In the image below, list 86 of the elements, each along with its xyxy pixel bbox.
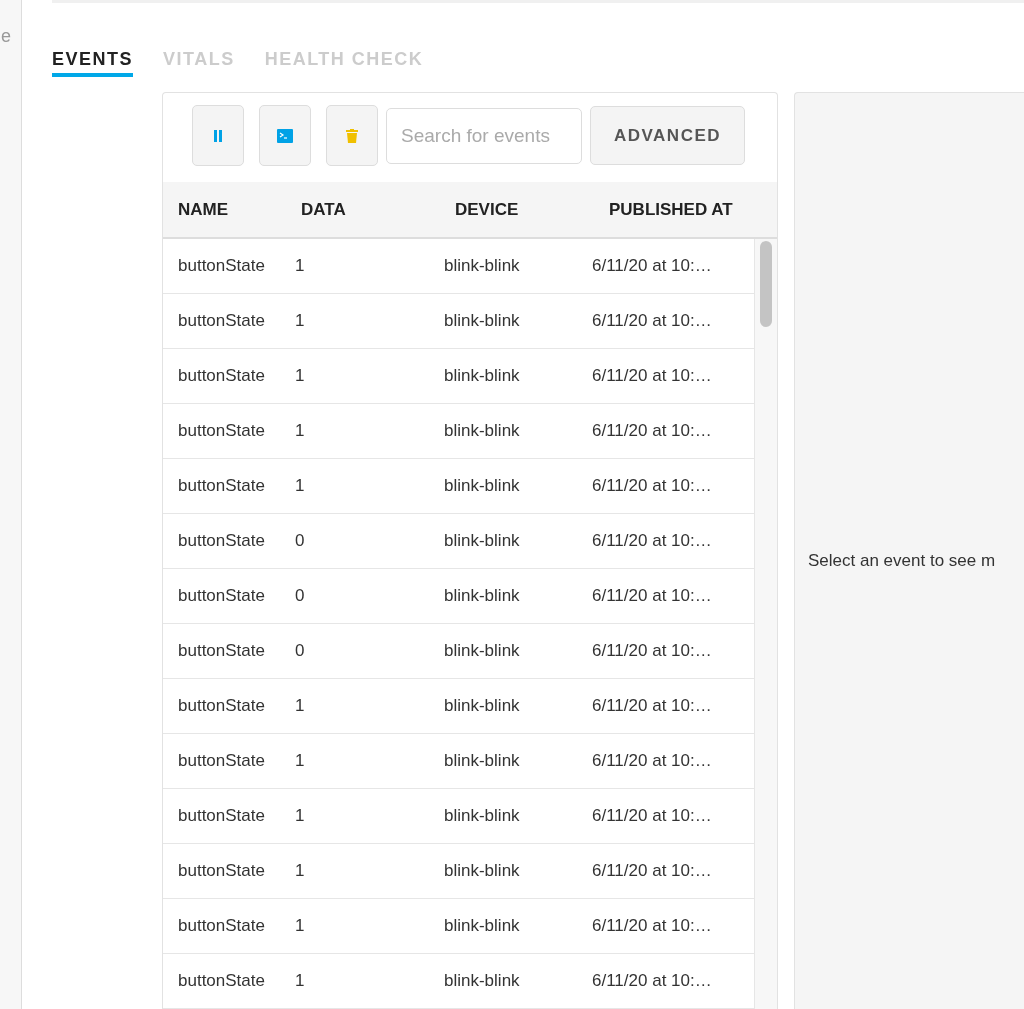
table-cell-text: blink-blink xyxy=(444,476,521,496)
table-row[interactable]: buttonState 1 blink-blink 6/11/20 at 10:… xyxy=(163,789,755,844)
table-cell: 6/11/20 at 10:… xyxy=(592,641,712,661)
table-cell-text: buttonState xyxy=(178,256,266,276)
table-cell-text: buttonState xyxy=(178,531,266,551)
table-cell-text: 1 xyxy=(295,916,306,936)
table-cell-text: 1 xyxy=(295,311,306,331)
terminal-button[interactable] xyxy=(259,105,311,166)
table-cell-text: blink-blink xyxy=(444,366,521,386)
table-row[interactable]: buttonState 1 blink-blink 6/11/20 at 10:… xyxy=(163,349,755,404)
table-cell: 6/11/20 at 10:… xyxy=(592,421,712,441)
table-cell-text: buttonState xyxy=(178,751,266,771)
table-cell-text: blink-blink xyxy=(444,916,521,936)
table-cell-text: 1 xyxy=(295,476,306,496)
table-row[interactable]: buttonState 0 blink-blink 6/11/20 at 10:… xyxy=(163,514,755,569)
table-cell: 6/11/20 at 10:… xyxy=(592,311,712,331)
table-cell-text: 1 xyxy=(295,256,306,276)
table-cell: 6/11/20 at 10:… xyxy=(592,696,712,716)
table-cell-text: blink-blink xyxy=(444,586,521,606)
table-cell-text: 1 xyxy=(295,421,306,441)
table-cell-text: 0 xyxy=(295,586,306,606)
table-cell-text: 1 xyxy=(295,366,306,386)
table-cell-text: 1 xyxy=(295,861,306,881)
table-cell-text: buttonState xyxy=(178,311,266,331)
table-cell: 6/11/20 at 10:… xyxy=(592,366,712,386)
column-header: DEVICE xyxy=(455,199,520,220)
table-cell-text: buttonState xyxy=(178,586,266,606)
terminal-icon xyxy=(277,128,293,143)
sidebar-text: e xyxy=(1,26,12,47)
column-header: NAME xyxy=(178,199,230,220)
table-cell-text: blink-blink xyxy=(444,311,521,331)
pause-button[interactable] xyxy=(192,105,244,166)
table-cell-text: blink-blink xyxy=(444,751,521,771)
table-cell-text: buttonState xyxy=(178,916,266,936)
table-cell: 6/11/20 at 10:… xyxy=(592,531,712,551)
table-cell-text: buttonState xyxy=(178,861,266,881)
table-cell-text: buttonState xyxy=(178,971,266,991)
column-header: DATA xyxy=(301,199,347,220)
table-cell: 6/11/20 at 10:… xyxy=(592,256,712,276)
table-row[interactable]: buttonState 1 blink-blink 6/11/20 at 10:… xyxy=(163,899,755,954)
table-cell-text: 1 xyxy=(295,971,306,991)
table-cell-text: buttonState xyxy=(178,641,266,661)
table-row[interactable]: buttonState 1 blink-blink 6/11/20 at 10:… xyxy=(163,844,755,899)
table-row[interactable]: buttonState 1 blink-blink 6/11/20 at 10:… xyxy=(163,459,755,514)
table-cell: 6/11/20 at 10:… xyxy=(592,806,712,826)
table-row[interactable]: buttonState 1 blink-blink 6/11/20 at 10:… xyxy=(163,404,755,459)
table-cell: 6/11/20 at 10:… xyxy=(592,476,712,496)
table-cell: 6/11/20 at 10:… xyxy=(592,586,712,606)
table-cell-text: buttonState xyxy=(178,366,266,386)
table-row[interactable]: buttonState 1 blink-blink 6/11/20 at 10:… xyxy=(163,734,755,789)
table-cell-text: blink-blink xyxy=(444,421,521,441)
table-cell: 6/11/20 at 10:… xyxy=(592,916,712,936)
pause-icon xyxy=(213,128,223,143)
table-cell-text: buttonState xyxy=(178,806,266,826)
table-cell-text: buttonState xyxy=(178,476,266,496)
empty-message: Select an event to see m xyxy=(808,551,996,571)
table-row[interactable]: buttonState 0 blink-blink 6/11/20 at 10:… xyxy=(163,624,755,679)
table-cell: 6/11/20 at 10:… xyxy=(592,751,712,771)
table-cell-text: buttonState xyxy=(178,421,266,441)
table-cell-text: blink-blink xyxy=(444,256,521,276)
table-cell-text: blink-blink xyxy=(444,696,521,716)
scrollbar-thumb[interactable] xyxy=(760,241,772,327)
table-cell-text: buttonState xyxy=(178,696,266,716)
table-cell-text: blink-blink xyxy=(444,806,521,826)
table-cell-text: 0 xyxy=(295,531,306,551)
table-cell-text: 0 xyxy=(295,641,306,661)
delete-button[interactable] xyxy=(326,105,378,166)
table-row[interactable]: buttonState 0 blink-blink 6/11/20 at 10:… xyxy=(163,569,755,624)
search-field[interactable]: Search for events xyxy=(386,107,582,164)
tab[interactable]: EVENTS xyxy=(52,49,134,77)
table-cell-text: blink-blink xyxy=(444,641,521,661)
table-cell-text: 1 xyxy=(295,806,306,826)
table-cell-text: blink-blink xyxy=(444,531,521,551)
table-cell-text: 1 xyxy=(295,751,306,771)
table-cell: 6/11/20 at 10:… xyxy=(592,861,712,881)
table-cell-text: blink-blink xyxy=(444,861,521,881)
trash-icon xyxy=(346,128,358,143)
table-cell-text: blink-blink xyxy=(444,971,521,991)
column-header: PUBLISHED AT xyxy=(609,199,733,220)
table-row[interactable]: buttonState 1 blink-blink 6/11/20 at 10:… xyxy=(163,954,755,1009)
table-cell: 6/11/20 at 10:… xyxy=(592,971,712,991)
table-row[interactable]: buttonState 1 blink-blink 6/11/20 at 10:… xyxy=(163,239,755,294)
table-row[interactable]: buttonState 1 blink-blink 6/11/20 at 10:… xyxy=(163,679,755,734)
table-row[interactable]: buttonState 1 blink-blink 6/11/20 at 10:… xyxy=(163,294,755,349)
table-cell-text: 1 xyxy=(295,696,306,716)
advanced-button[interactable]: ADVANCED xyxy=(590,106,745,165)
